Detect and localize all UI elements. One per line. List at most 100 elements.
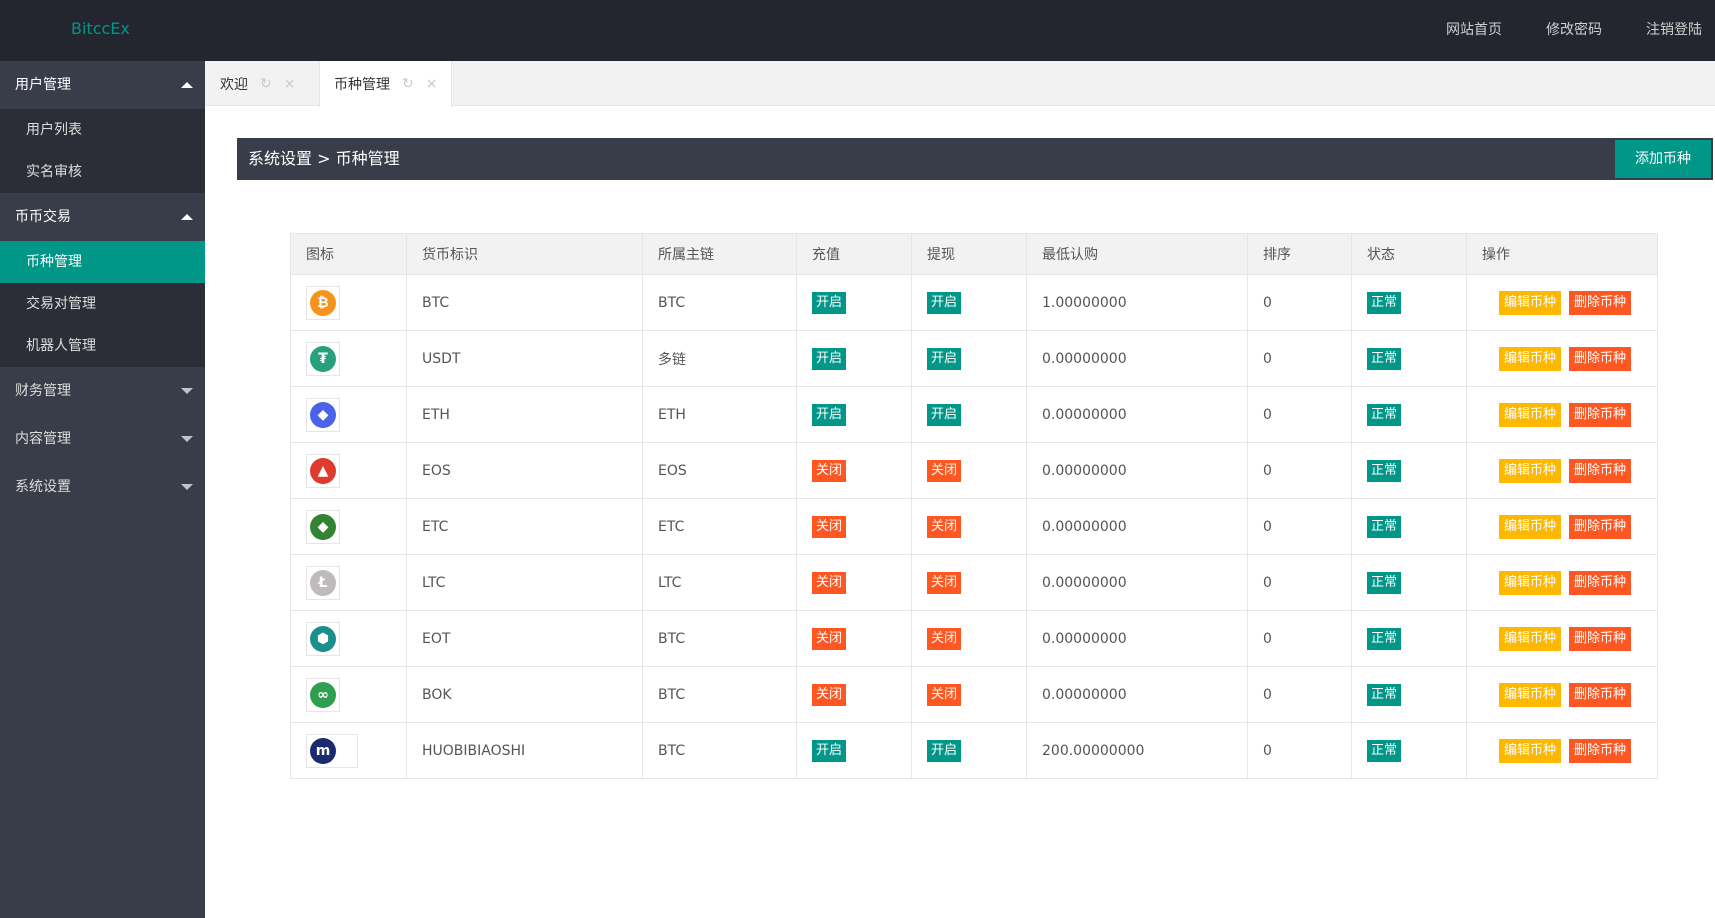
cell-chain: LTC <box>642 554 797 611</box>
sidebar-group-label: 币币交易 <box>15 209 71 225</box>
edit-currency-button[interactable]: 编辑币种 <box>1499 346 1562 371</box>
edit-currency-button[interactable]: 编辑币种 <box>1499 290 1562 315</box>
nav-change-password-link[interactable]: 修改密码 <box>1515 0 1615 61</box>
cell-symbol: HUOBIBIAOSHI <box>406 722 643 779</box>
sidebar-group-system-settings[interactable]: 系统设置 <box>0 463 205 511</box>
edit-currency-button[interactable]: 编辑币种 <box>1499 402 1562 427</box>
table-row: ◆ ETC ETC 关闭 关闭 0.00000000 0 正常 编辑币种 删除币种 <box>290 498 1658 555</box>
cell-symbol: ETC <box>406 498 643 555</box>
caret-down-icon <box>181 484 193 490</box>
cell-chain: ETH <box>642 386 797 443</box>
cell-symbol: BTC <box>406 274 643 331</box>
cell-actions: 编辑币种 删除币种 <box>1466 442 1658 499</box>
refresh-icon[interactable]: ↻ <box>260 76 272 92</box>
recharge-status-badge: 关闭 <box>812 627 847 650</box>
cell-status: 正常 <box>1351 722 1467 779</box>
ethereum-icon: ◆ <box>306 397 340 432</box>
sidebar-group-finance-management[interactable]: 财务管理 <box>0 367 205 415</box>
table-row: ₮ USDT 多链 开启 开启 0.00000000 0 正常 编辑币种 删除币种 <box>290 330 1658 387</box>
main-content: 系统设置 > 币种管理 添加币种 图标 货币标识 所属主链 充值 提现 最低认购… <box>205 106 1715 918</box>
currency-table: 图标 货币标识 所属主链 充值 提现 最低认购 排序 状态 操作 ₿ BTC BTC… <box>290 233 1658 779</box>
delete-currency-button[interactable]: 删除币种 <box>1569 738 1632 763</box>
cell-sort: 0 <box>1247 386 1352 443</box>
cell-icon: ▲ <box>290 442 407 499</box>
table-row: ∞ BOK BTC 关闭 关闭 0.00000000 0 正常 编辑币种 删除币种 <box>290 666 1658 723</box>
sidebar-group-coin-trading[interactable]: 币币交易 <box>0 193 205 241</box>
breadcrumb-bar: 系统设置 > 币种管理 添加币种 <box>237 138 1713 180</box>
cell-actions: 编辑币种 删除币种 <box>1466 386 1658 443</box>
sidebar-item-trading-pair-management[interactable]: 交易对管理 <box>0 283 205 325</box>
sidebar-group-label: 用户管理 <box>15 77 71 93</box>
cell-actions: 编辑币种 删除币种 <box>1466 666 1658 723</box>
edit-currency-button[interactable]: 编辑币种 <box>1499 458 1562 483</box>
tab-welcome[interactable]: 欢迎 ↻ × <box>220 61 295 106</box>
bitcoin-icon: ₿ <box>306 285 340 320</box>
cell-min-purchase: 1.00000000 <box>1026 274 1248 331</box>
cell-icon: ∞ <box>290 666 407 723</box>
nav-logout-link[interactable]: 注销登陆 <box>1615 0 1715 61</box>
tab-currency-management[interactable]: 币种管理 ↻ × <box>319 61 453 107</box>
add-currency-button[interactable]: 添加币种 <box>1615 140 1711 178</box>
column-header: 货币标识 <box>406 233 643 275</box>
delete-currency-button[interactable]: 删除币种 <box>1569 402 1632 427</box>
top-nav: 网站首页 修改密码 注销登陆 <box>1415 0 1715 61</box>
close-icon[interactable]: × <box>284 76 296 92</box>
cell-sort: 0 <box>1247 274 1352 331</box>
edit-currency-button[interactable]: 编辑币种 <box>1499 570 1562 595</box>
table-row: m HUOBIBIAOSHI BTC 开启 开启 200.00000000 0 正常 编辑币种删… <box>290 722 1658 779</box>
table-header-row: 图标 货币标识 所属主链 充值 提现 最低认购 排序 状态 操作 <box>290 233 1658 275</box>
sidebar-item-robot-management[interactable]: 机器人管理 <box>0 325 205 367</box>
column-header: 充值 <box>796 233 912 275</box>
cell-withdraw: 开启 <box>911 330 1027 387</box>
sidebar-item-currency-management[interactable]: 币种管理 <box>0 241 205 283</box>
eot-icon: ⬢ <box>306 621 340 656</box>
withdraw-status-badge: 关闭 <box>927 571 962 594</box>
cell-actions: 编辑币种 删除币种 <box>1466 722 1658 779</box>
recharge-status-badge: 开启 <box>812 739 847 762</box>
recharge-status-badge: 关闭 <box>812 571 847 594</box>
delete-currency-button[interactable]: 删除币种 <box>1569 346 1632 371</box>
status-badge: 正常 <box>1367 739 1402 762</box>
brand-logo[interactable]: BitccEx <box>71 19 130 38</box>
delete-currency-button[interactable]: 删除币种 <box>1569 290 1632 315</box>
withdraw-status-badge: 关闭 <box>927 683 962 706</box>
delete-currency-button[interactable]: 删除币种 <box>1569 458 1632 483</box>
delete-currency-button[interactable]: 删除币种 <box>1569 570 1632 595</box>
cell-min-purchase: 0.00000000 <box>1026 610 1248 667</box>
sidebar-item-user-list[interactable]: 用户列表 <box>0 109 205 151</box>
cell-status: 正常 <box>1351 498 1467 555</box>
sidebar-group-content-management[interactable]: 内容管理 <box>0 415 205 463</box>
nav-home-link[interactable]: 网站首页 <box>1415 0 1515 61</box>
cell-withdraw: 开启 <box>911 386 1027 443</box>
status-badge: 正常 <box>1367 683 1402 706</box>
table-row: Ł LTC LTC 关闭 关闭 0.00000000 0 正常 编辑币种 删除币种 <box>290 554 1658 611</box>
sidebar-group-user-management[interactable]: 用户管理 <box>0 61 205 109</box>
recharge-status-badge: 关闭 <box>812 515 847 538</box>
delete-currency-button[interactable]: 删除币种 <box>1569 682 1632 707</box>
delete-currency-button[interactable]: 删除币种 <box>1569 514 1632 539</box>
cell-withdraw: 关闭 <box>911 498 1027 555</box>
cell-min-purchase: 200.00000000 <box>1026 722 1248 779</box>
column-header: 最低认购 <box>1026 233 1248 275</box>
cell-recharge: 关闭 <box>796 666 912 723</box>
delete-currency-button[interactable]: 删除币种 <box>1569 626 1632 651</box>
cell-recharge: 开启 <box>796 330 912 387</box>
edit-currency-button[interactable]: 编辑币种 <box>1499 626 1562 651</box>
cell-symbol: LTC <box>406 554 643 611</box>
cell-recharge: 开启 <box>796 274 912 331</box>
close-icon[interactable]: × <box>426 76 438 92</box>
status-badge: 正常 <box>1367 515 1402 538</box>
edit-currency-button[interactable]: 编辑币种 <box>1499 738 1562 763</box>
withdraw-status-badge: 关闭 <box>927 627 962 650</box>
cell-withdraw: 开启 <box>911 274 1027 331</box>
cell-recharge: 开启 <box>796 386 912 443</box>
status-badge: 正常 <box>1367 459 1402 482</box>
sidebar-item-kyc-review[interactable]: 实名审核 <box>0 151 205 193</box>
withdraw-status-badge: 开启 <box>927 291 962 314</box>
cell-recharge: 关闭 <box>796 498 912 555</box>
column-header: 状态 <box>1351 233 1467 275</box>
refresh-icon[interactable]: ↻ <box>402 76 414 92</box>
edit-currency-button[interactable]: 编辑币种 <box>1499 682 1562 707</box>
cell-symbol: ETH <box>406 386 643 443</box>
edit-currency-button[interactable]: 编辑币种 <box>1499 514 1562 539</box>
